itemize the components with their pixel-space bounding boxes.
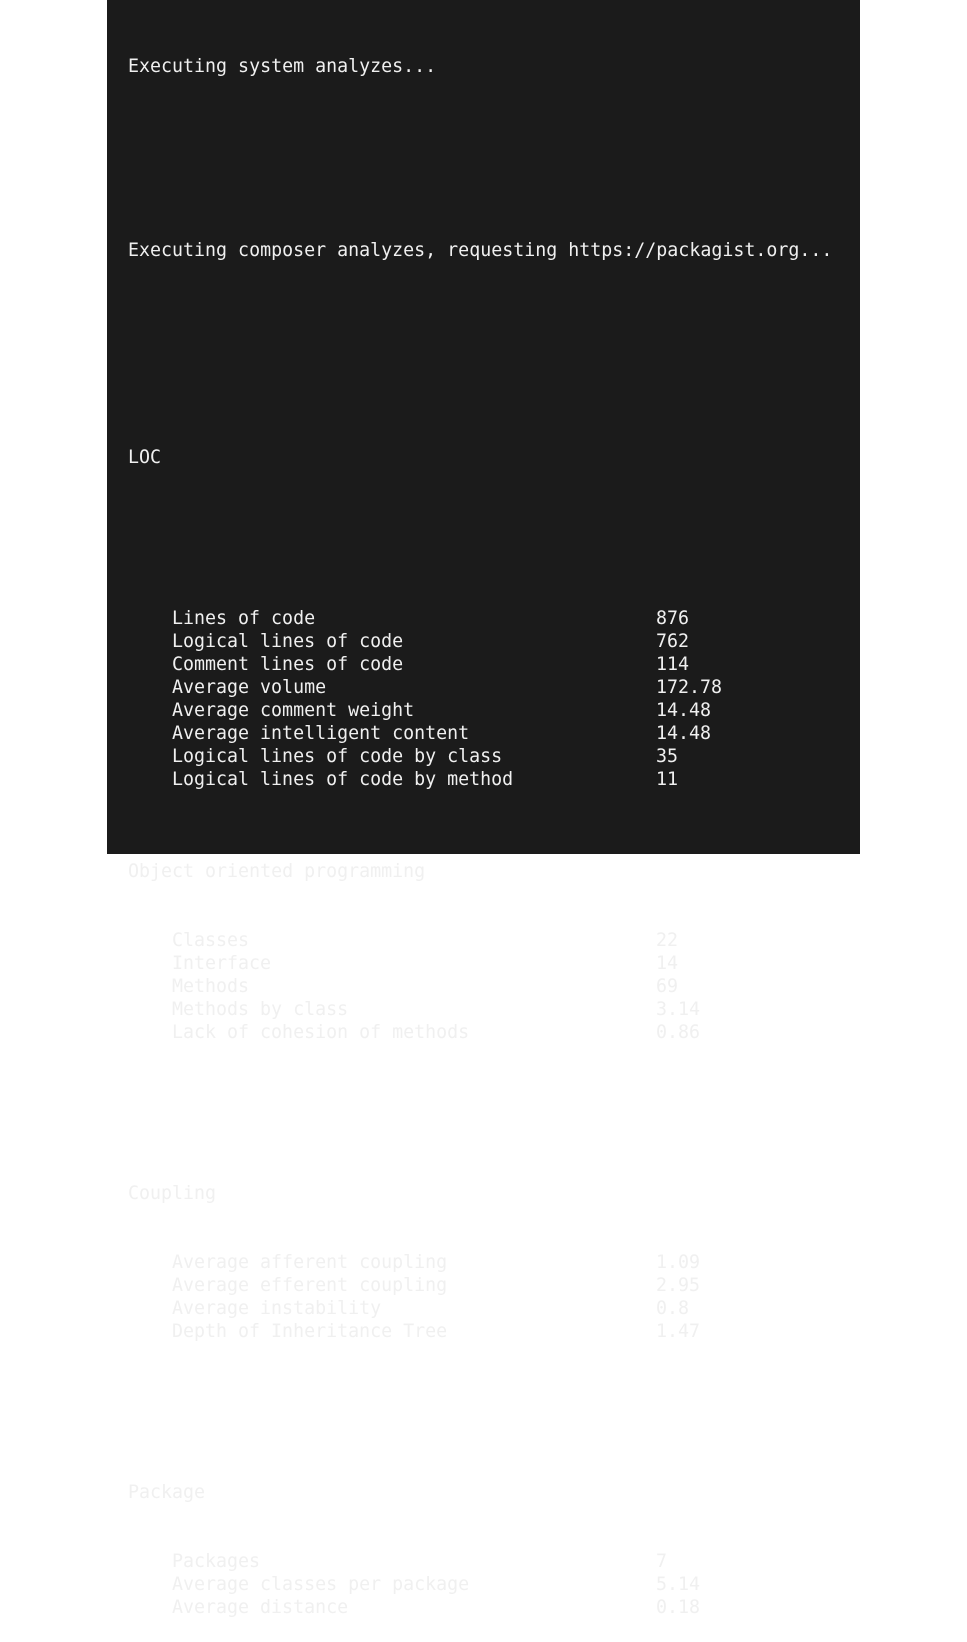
status-line: Executing system analyzes... xyxy=(128,56,437,77)
metric-row: Interface 14 xyxy=(128,952,860,975)
metric-value: 114 xyxy=(656,654,690,675)
metric-label: Average volume xyxy=(172,677,327,698)
section-title-coupling: Coupling xyxy=(128,1183,217,1204)
metric-row: Logical lines of code by method 11 xyxy=(128,768,860,791)
metric-value: 1.09 xyxy=(656,1252,701,1273)
metric-value: 35 xyxy=(656,746,679,767)
metric-row: Comment lines of code 114 xyxy=(128,653,860,676)
metric-value: 22 xyxy=(656,930,679,951)
metric-row: Methods by class 3.14 xyxy=(128,998,860,1021)
metric-row: Average volume 172.78 xyxy=(128,676,860,699)
metric-row: Average comment weight 14.48 xyxy=(128,699,860,722)
metric-row: Logical lines of code by class 35 xyxy=(128,745,860,768)
metric-row: Average distance 0.18 xyxy=(128,1596,860,1619)
metric-label: Average efferent coupling xyxy=(172,1275,448,1296)
metric-row: Packages 7 xyxy=(128,1550,860,1573)
metric-label: Average afferent coupling xyxy=(172,1252,448,1273)
metric-label: Average intelligent content xyxy=(172,723,470,744)
metric-value: 69 xyxy=(656,976,679,997)
section-title-loc: LOC xyxy=(128,447,162,468)
metric-label: Classes xyxy=(172,930,250,951)
metric-row: Lines of code 876 xyxy=(128,607,860,630)
metric-value: 172.78 xyxy=(656,677,723,698)
metric-value: 14.48 xyxy=(656,700,712,721)
metric-row: Average afferent coupling 1.09 xyxy=(128,1251,860,1274)
metric-label: Methods xyxy=(172,976,250,997)
metric-value: 2.95 xyxy=(656,1275,701,1296)
section-coupling-metrics: Average afferent coupling 1.09 Average eff… xyxy=(128,1251,860,1343)
metric-row: Average instability 0.8 xyxy=(128,1297,860,1320)
metric-value: 14 xyxy=(656,953,679,974)
metric-row: Lack of cohesion of methods 0.86 xyxy=(128,1021,860,1044)
metric-row: Logical lines of code 762 xyxy=(128,630,860,653)
status-line: Executing composer analyzes, requesting … xyxy=(128,240,833,261)
metric-row: Classes 22 xyxy=(128,929,860,952)
metric-value: 1.47 xyxy=(656,1321,701,1342)
terminal-output: Executing system analyzes... Executing c… xyxy=(107,0,860,1618)
metric-label: Depth of Inheritance Tree xyxy=(172,1321,448,1342)
metric-row: Average efferent coupling 2.95 xyxy=(128,1274,860,1297)
metric-value: 762 xyxy=(656,631,690,652)
metric-value: 7 xyxy=(656,1551,668,1572)
metric-value: 11 xyxy=(656,769,679,790)
metric-label: Logical lines of code by method xyxy=(172,769,514,790)
section-title-package: Package xyxy=(128,1482,206,1503)
metric-label: Lines of code xyxy=(172,608,316,629)
metric-row: Methods 69 xyxy=(128,975,860,998)
section-loc-metrics: Lines of code 876 Logical lines of code 762… xyxy=(128,607,860,791)
metric-row: Average classes per package 5.14 xyxy=(128,1573,860,1596)
metric-value: 0.86 xyxy=(656,1022,701,1043)
metric-label: Comment lines of code xyxy=(172,654,404,675)
metric-label: Average distance xyxy=(172,1597,349,1618)
metric-row: Depth of Inheritance Tree 1.47 xyxy=(128,1320,860,1343)
metric-value: 0.18 xyxy=(656,1597,701,1618)
metric-label: Lack of cohesion of methods xyxy=(172,1022,470,1043)
metric-label: Logical lines of code by class xyxy=(172,746,503,767)
metric-label: Packages xyxy=(172,1551,261,1572)
metric-label: Logical lines of code xyxy=(172,631,404,652)
metric-value: 14.48 xyxy=(656,723,712,744)
metric-label: Average comment weight xyxy=(172,700,415,721)
metric-label: Methods by class xyxy=(172,999,349,1020)
metric-value: 3.14 xyxy=(656,999,701,1020)
metric-value: 876 xyxy=(656,608,690,629)
section-title-oop: Object oriented programming xyxy=(128,861,426,882)
section-oop-metrics: Classes 22 Interface 14 Methods 69 Methods by … xyxy=(128,929,860,1044)
metric-value: 5.14 xyxy=(656,1574,701,1595)
metric-row: Average intelligent content 14.48 xyxy=(128,722,860,745)
section-package-metrics: Packages 7 Average classes per package 5.14… xyxy=(128,1550,860,1619)
metric-label: Average instability xyxy=(172,1298,382,1319)
metric-label: Interface xyxy=(172,953,272,974)
metric-label: Average classes per package xyxy=(172,1574,470,1595)
metric-value: 0.8 xyxy=(656,1298,690,1319)
